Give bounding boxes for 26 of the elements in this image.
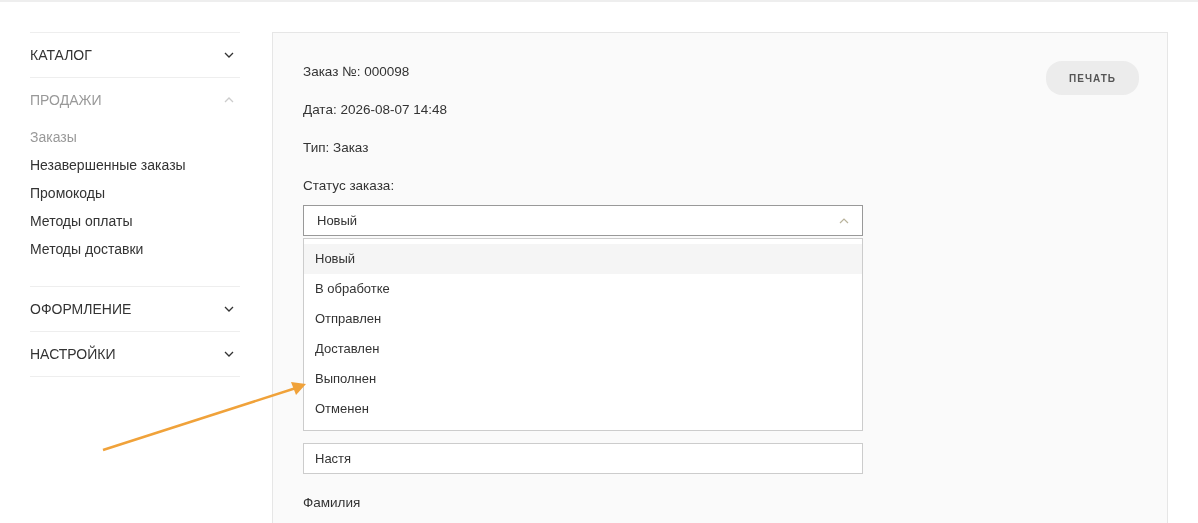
sidebar-item[interactable]: Незавершенные заказы [30,156,240,174]
chevron-icon [224,52,234,58]
dropdown-option[interactable]: Отправлен [304,304,862,334]
order-type: Тип: Заказ [303,139,370,157]
chevron-icon [224,351,234,357]
dropdown-option[interactable]: Новый [304,244,862,274]
status-label: Статус заказа: [303,177,396,195]
sidebar-section-header[interactable]: НАСТРОЙКИ [30,332,240,376]
status-select[interactable]: Новый [303,205,863,236]
sidebar-item[interactable]: Методы оплаты [30,212,240,230]
dropdown-option[interactable]: Выполнен [304,364,862,394]
order-number: Заказ №: 000098 [303,63,411,81]
sidebar-item[interactable]: Промокоды [30,184,240,202]
name-field[interactable]: Настя [303,443,863,474]
sidebar-section-header[interactable]: ОФОРМЛЕНИЕ [30,287,240,331]
print-button[interactable]: ПЕЧАТЬ [1046,61,1139,95]
dropdown-option[interactable]: Доставлен [304,334,862,364]
sidebar-item[interactable]: Методы доставки [30,240,240,258]
chevron-icon [224,97,234,103]
sidebar-section-header[interactable]: КАТАЛОГ [30,33,240,77]
dropdown-option[interactable]: В обработке [304,274,862,304]
surname-label: Фамилия [303,494,362,512]
chevron-icon [224,306,234,312]
chevron-icon [839,217,849,224]
dropdown-option[interactable]: Отменен [304,394,862,424]
order-date: Дата: 2026-08-07 14:48 [303,101,447,119]
